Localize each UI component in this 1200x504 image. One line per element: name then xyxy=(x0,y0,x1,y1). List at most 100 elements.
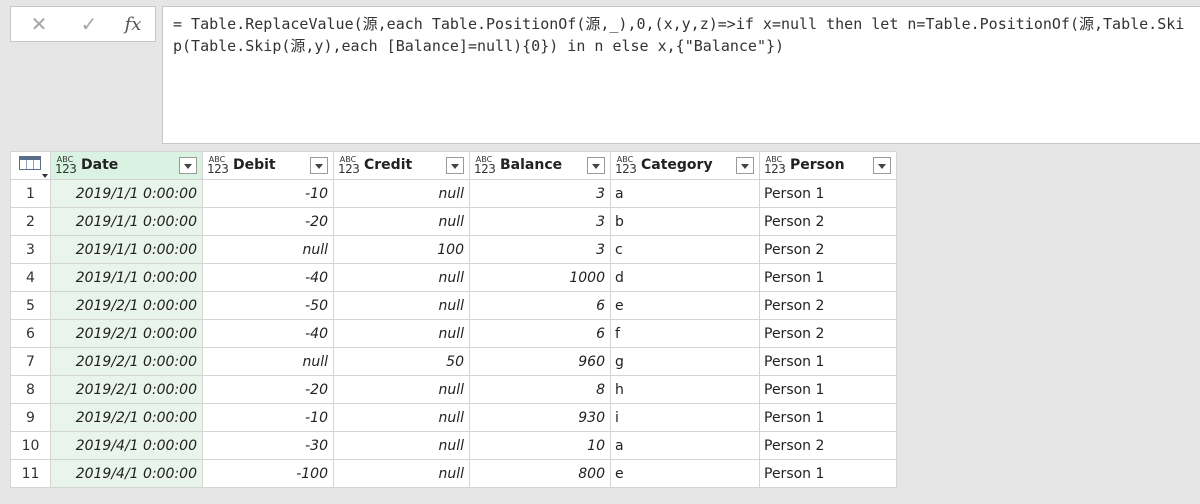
cell-balance[interactable]: 6 xyxy=(469,291,611,320)
close-icon[interactable]: ✕ xyxy=(25,11,53,37)
cell-row-number[interactable]: 3 xyxy=(10,235,51,264)
type-any-icon: ABC 123 xyxy=(474,155,496,176)
cell-balance[interactable]: 800 xyxy=(469,459,611,488)
table-icon xyxy=(19,156,41,170)
cell-row-number[interactable]: 7 xyxy=(10,347,51,376)
cell-date[interactable]: 2019/2/1 0:00:00 xyxy=(50,403,203,432)
cell-row-number[interactable]: 10 xyxy=(10,431,51,460)
cell-category[interactable]: a xyxy=(610,179,760,208)
cell-category[interactable]: i xyxy=(610,403,760,432)
cell-debit[interactable]: -40 xyxy=(202,319,334,348)
cell-debit[interactable]: -20 xyxy=(202,375,334,404)
cell-person[interactable]: Person 2 xyxy=(759,319,897,348)
cell-credit[interactable]: null xyxy=(333,263,470,292)
cell-person[interactable]: Person 1 xyxy=(759,263,897,292)
cell-date[interactable]: 2019/2/1 0:00:00 xyxy=(50,319,203,348)
column-header-balance[interactable]: ABC 123 Balance xyxy=(469,151,611,180)
cell-person[interactable]: Person 1 xyxy=(759,459,897,488)
cell-credit[interactable]: null xyxy=(333,207,470,236)
cell-row-number[interactable]: 4 xyxy=(10,263,51,292)
filter-dropdown-button[interactable] xyxy=(179,157,197,174)
cell-credit[interactable]: null xyxy=(333,375,470,404)
fx-label[interactable]: fx xyxy=(119,11,147,37)
cell-row-number[interactable]: 8 xyxy=(10,375,51,404)
cell-balance[interactable]: 8 xyxy=(469,375,611,404)
cell-category[interactable]: e xyxy=(610,291,760,320)
cell-credit[interactable]: null xyxy=(333,319,470,348)
filter-dropdown-button[interactable] xyxy=(446,157,464,174)
cell-balance[interactable]: 10 xyxy=(469,431,611,460)
cell-debit[interactable]: -10 xyxy=(202,179,334,208)
cell-credit[interactable]: 50 xyxy=(333,347,470,376)
filter-dropdown-button[interactable] xyxy=(587,157,605,174)
cell-date[interactable]: 2019/1/1 0:00:00 xyxy=(50,235,203,264)
cell-balance[interactable]: 3 xyxy=(469,207,611,236)
cell-person[interactable]: Person 2 xyxy=(759,235,897,264)
filter-dropdown-button[interactable] xyxy=(310,157,328,174)
cell-category[interactable]: g xyxy=(610,347,760,376)
cell-credit[interactable]: null xyxy=(333,179,470,208)
cell-row-number[interactable]: 11 xyxy=(10,459,51,488)
cell-person[interactable]: Person 2 xyxy=(759,207,897,236)
cell-category[interactable]: a xyxy=(610,431,760,460)
table-row: 8 2019/2/1 0:00:00 -20 null 8 h Person 1 xyxy=(10,375,897,404)
cell-balance[interactable]: 6 xyxy=(469,319,611,348)
filter-dropdown-button[interactable] xyxy=(736,157,754,174)
table-menu-button[interactable] xyxy=(10,151,51,180)
column-header-label: Category xyxy=(641,157,713,173)
table-row: 2 2019/1/1 0:00:00 -20 null 3 b Person 2 xyxy=(10,207,897,236)
cell-debit[interactable]: -30 xyxy=(202,431,334,460)
table-row: 9 2019/2/1 0:00:00 -10 null 930 i Person 1 xyxy=(10,403,897,432)
cell-debit[interactable]: -40 xyxy=(202,263,334,292)
cell-credit[interactable]: null xyxy=(333,403,470,432)
cell-credit[interactable]: null xyxy=(333,459,470,488)
cell-credit[interactable]: 100 xyxy=(333,235,470,264)
check-icon[interactable]: ✓ xyxy=(75,11,103,37)
formula-input[interactable]: = Table.ReplaceValue(源,each Table.Positi… xyxy=(162,6,1200,144)
cell-debit[interactable]: -100 xyxy=(202,459,334,488)
cell-debit[interactable]: -20 xyxy=(202,207,334,236)
cell-debit[interactable]: -10 xyxy=(202,403,334,432)
cell-person[interactable]: Person 1 xyxy=(759,375,897,404)
cell-row-number[interactable]: 2 xyxy=(10,207,51,236)
cell-date[interactable]: 2019/1/1 0:00:00 xyxy=(50,179,203,208)
cell-category[interactable]: f xyxy=(610,319,760,348)
cell-person[interactable]: Person 2 xyxy=(759,291,897,320)
cell-row-number[interactable]: 5 xyxy=(10,291,51,320)
cell-date[interactable]: 2019/2/1 0:00:00 xyxy=(50,375,203,404)
cell-credit[interactable]: null xyxy=(333,431,470,460)
column-header-person[interactable]: ABC 123 Person xyxy=(759,151,897,180)
cell-person[interactable]: Person 1 xyxy=(759,179,897,208)
cell-date[interactable]: 2019/1/1 0:00:00 xyxy=(50,207,203,236)
cell-category[interactable]: d xyxy=(610,263,760,292)
column-header-credit[interactable]: ABC 123 Credit xyxy=(333,151,470,180)
cell-category[interactable]: e xyxy=(610,459,760,488)
cell-row-number[interactable]: 9 xyxy=(10,403,51,432)
cell-balance[interactable]: 1000 xyxy=(469,263,611,292)
cell-row-number[interactable]: 6 xyxy=(10,319,51,348)
cell-date[interactable]: 2019/2/1 0:00:00 xyxy=(50,347,203,376)
cell-row-number[interactable]: 1 xyxy=(10,179,51,208)
cell-balance[interactable]: 3 xyxy=(469,235,611,264)
cell-date[interactable]: 2019/1/1 0:00:00 xyxy=(50,263,203,292)
cell-person[interactable]: Person 1 xyxy=(759,347,897,376)
cell-balance[interactable]: 3 xyxy=(469,179,611,208)
cell-balance[interactable]: 930 xyxy=(469,403,611,432)
column-header-category[interactable]: ABC 123 Category xyxy=(610,151,760,180)
cell-category[interactable]: h xyxy=(610,375,760,404)
cell-person[interactable]: Person 1 xyxy=(759,403,897,432)
cell-person[interactable]: Person 2 xyxy=(759,431,897,460)
cell-date[interactable]: 2019/2/1 0:00:00 xyxy=(50,291,203,320)
cell-debit[interactable]: null xyxy=(202,347,334,376)
filter-dropdown-button[interactable] xyxy=(873,157,891,174)
cell-date[interactable]: 2019/4/1 0:00:00 xyxy=(50,431,203,460)
cell-category[interactable]: c xyxy=(610,235,760,264)
cell-debit[interactable]: -50 xyxy=(202,291,334,320)
cell-date[interactable]: 2019/4/1 0:00:00 xyxy=(50,459,203,488)
cell-balance[interactable]: 960 xyxy=(469,347,611,376)
column-header-date[interactable]: ABC 123 Date xyxy=(50,151,203,180)
column-header-debit[interactable]: ABC 123 Debit xyxy=(202,151,334,180)
cell-category[interactable]: b xyxy=(610,207,760,236)
cell-debit[interactable]: null xyxy=(202,235,334,264)
cell-credit[interactable]: null xyxy=(333,291,470,320)
